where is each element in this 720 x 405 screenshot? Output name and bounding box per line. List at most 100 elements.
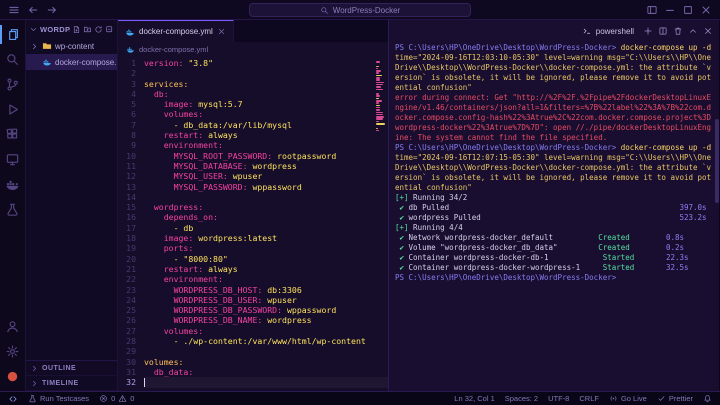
activity-profile-badge[interactable]	[0, 364, 26, 389]
tab-close-icon[interactable]	[217, 27, 226, 36]
collapse-all-icon[interactable]	[105, 25, 114, 34]
new-file-icon[interactable]	[72, 25, 81, 34]
activity-testing[interactable]	[0, 197, 26, 222]
line-number: 24	[126, 294, 136, 305]
add-icon[interactable]	[643, 26, 653, 36]
line-number: 29	[126, 346, 136, 357]
activity-explorer[interactable]	[0, 22, 26, 47]
forward-icon[interactable]	[46, 4, 58, 16]
docker-file-icon	[42, 57, 52, 67]
activity-run-debug[interactable]	[0, 97, 26, 122]
activity-account[interactable]	[0, 314, 26, 339]
code-line-32	[144, 377, 388, 388]
maximize-icon[interactable]	[682, 4, 694, 16]
status-go-live[interactable]: Go Live	[609, 394, 647, 403]
back-icon[interactable]	[27, 4, 39, 16]
vscode-window: WordPress-Docker WORDP... wp-content dock…	[0, 0, 720, 405]
beaker-icon	[28, 394, 37, 403]
terminal-tab-powershell[interactable]: powershell	[582, 26, 634, 36]
error-circle-icon	[99, 394, 108, 403]
status-encoding[interactable]: UTF-8	[548, 394, 569, 403]
line-number: 7	[131, 119, 136, 130]
docker-file-icon	[126, 45, 135, 54]
activity-extensions[interactable]	[0, 122, 26, 147]
terminal-icon	[582, 26, 592, 36]
line-number: 9	[131, 140, 136, 151]
minimize-icon[interactable]	[664, 4, 676, 16]
trash-icon[interactable]	[673, 26, 683, 36]
layout-toggle-icon[interactable]	[646, 4, 658, 16]
line-number: 13	[126, 181, 136, 192]
warning-icon	[118, 394, 127, 403]
refresh-icon[interactable]	[94, 25, 103, 34]
terminal-line: PS C:\Users\HP\OneDrive\Desktop\WordPres…	[395, 273, 617, 282]
code-line-30: volumes:	[144, 356, 184, 367]
dot-icon	[5, 369, 20, 384]
status-bar-left: Run Testcases 0 0	[8, 394, 134, 404]
terminal-tab-label: powershell	[595, 26, 634, 36]
tree-item-wp-content[interactable]: wp-content	[26, 38, 117, 54]
code-line-4: db:	[153, 88, 169, 99]
tab-docker-compose-yml[interactable]: docker-compose.yml	[118, 20, 234, 42]
terminal-line: ✔ wordpress Pulled 523.2s	[395, 213, 707, 222]
chevron-down-icon[interactable]	[29, 25, 38, 34]
status-remote[interactable]	[8, 394, 18, 404]
activity-source-control[interactable]	[0, 72, 26, 97]
code-line-11: MYSQL_DATABASE: wordpress	[173, 160, 297, 171]
activity-settings[interactable]	[0, 339, 26, 364]
line-number: 25	[126, 305, 136, 316]
line-number: 12	[126, 171, 136, 182]
monitor-icon	[5, 152, 20, 167]
code-line-25: WORDPRESS_DB_PASSWORD: wppassword	[173, 305, 337, 316]
tree-item-docker-compose-[interactable]: docker-compose...	[26, 54, 117, 70]
code-line-6: volumes:	[163, 109, 204, 120]
activity-remote-explorer[interactable]	[0, 147, 26, 172]
activity-search[interactable]	[0, 47, 26, 72]
line-number: 27	[126, 325, 136, 336]
code-line-19: ports:	[163, 243, 194, 254]
line-number: 2	[131, 68, 136, 79]
line-number: 15	[126, 202, 136, 213]
status-indentation[interactable]: Spaces: 2	[505, 394, 538, 403]
code-line-3: services:	[144, 78, 189, 89]
chevron-up-icon[interactable]	[688, 26, 698, 36]
new-folder-icon[interactable]	[83, 25, 92, 34]
terminal-output[interactable]: PS C:\Users\HP\OneDrive\Desktop\WordPres…	[389, 42, 719, 391]
line-number: 17	[126, 222, 136, 233]
breadcrumb[interactable]: docker-compose.yml	[118, 42, 388, 57]
status-notifications[interactable]	[703, 394, 712, 403]
command-center-search[interactable]: WordPress-Docker	[249, 3, 471, 17]
code-editor[interactable]: 1 2 3 4 5 6 7 8 9 10 11 12 13 14 15 16 17 18 19 20 21 22 23 24 2…	[118, 57, 388, 391]
close-icon[interactable]	[703, 26, 713, 36]
line-number: 20	[126, 253, 136, 264]
minimap[interactable]	[376, 61, 386, 134]
code-line-21: restart: always	[163, 263, 238, 274]
status-cursor-position[interactable]: Ln 32, Col 1	[454, 394, 494, 403]
code-line-28: - ./wp-content:/var/www/html/wp-content	[173, 336, 366, 347]
folder-name[interactable]: WORDP...	[40, 25, 70, 34]
section-outline[interactable]: OUTLINE	[26, 361, 117, 376]
folder-icon	[42, 41, 52, 51]
split-icon[interactable]	[658, 26, 668, 36]
line-number: 6	[131, 109, 136, 120]
title-bar-right	[646, 4, 720, 16]
explorer-folder-header: WORDP...	[26, 20, 117, 38]
status-eol[interactable]: CRLF	[579, 394, 599, 403]
code-line-10: MYSQL_ROOT_PASSWORD: rootpassword	[173, 150, 337, 161]
status-bar: Run Testcases 0 0 Ln 32, Col 1 Spaces: 2 UTF…	[0, 391, 720, 405]
terminal-scrollbar[interactable]	[715, 42, 719, 391]
code-line-27: volumes:	[163, 325, 204, 336]
activity-docker[interactable]	[0, 172, 26, 197]
close-window-icon[interactable]	[700, 4, 712, 16]
tree-item-label: wp-content	[55, 41, 95, 51]
section-timeline[interactable]: TIMELINE	[26, 376, 117, 391]
status-prettier[interactable]: Prettier	[657, 394, 693, 403]
status-run-testcases[interactable]: Run Testcases	[28, 394, 89, 403]
broadcast-icon	[609, 394, 618, 403]
menu-icon[interactable]	[8, 4, 20, 16]
extensions-icon	[5, 127, 20, 142]
status-problems[interactable]: 00	[99, 394, 134, 403]
terminal-actions	[643, 26, 713, 36]
line-number: 5	[131, 99, 136, 110]
code-line-26: WORDPRESS_DB_NAME: wordpress	[173, 315, 312, 326]
